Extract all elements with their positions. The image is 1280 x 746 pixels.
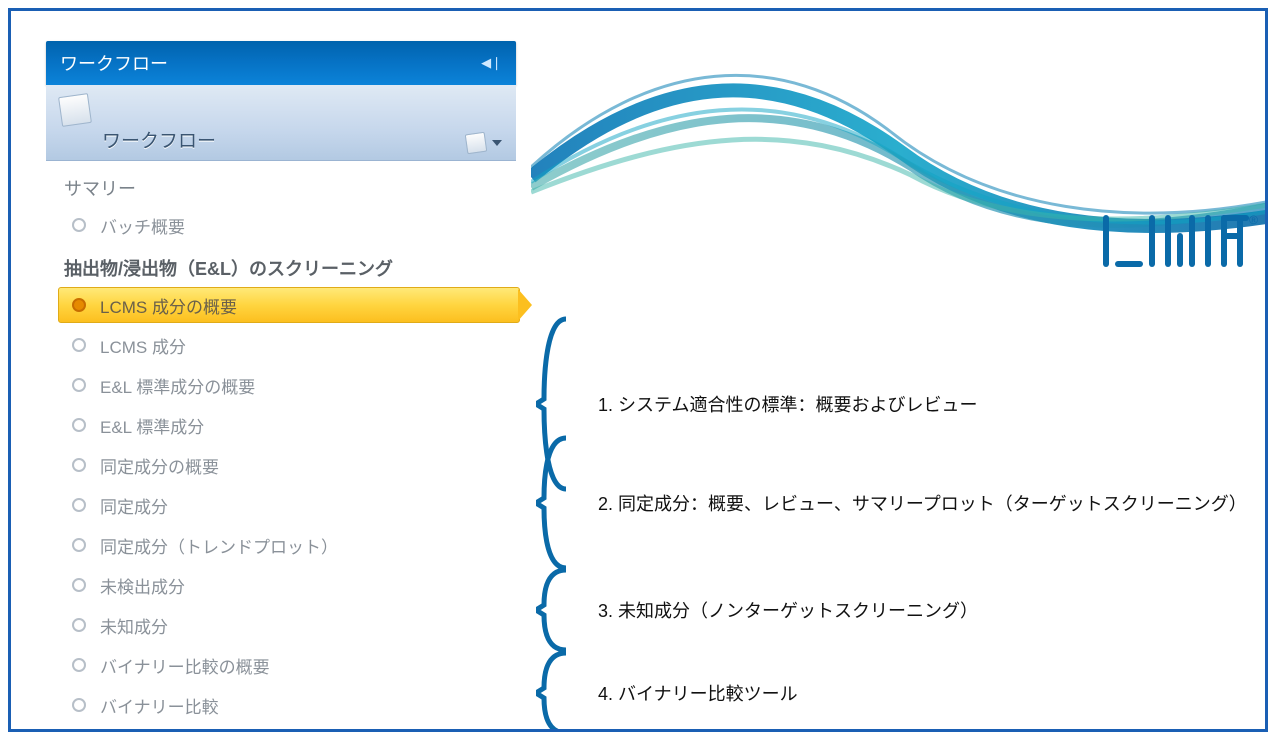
document-dropdown-icon[interactable] (465, 132, 488, 155)
brace-icon (536, 567, 576, 653)
workflow-sub-title: ワークフロー (102, 126, 216, 153)
workflow-item-label: バイナリー比較 (100, 693, 219, 718)
brand-banner: ® (531, 37, 1266, 267)
bullet-icon (72, 458, 86, 472)
workflow-item[interactable]: 未検出成分 (62, 565, 516, 605)
workflow-item-label: 未検出成分 (100, 573, 185, 598)
brace-icon (536, 433, 576, 573)
app-frame: ® ワークフロー ◀❘ ワークフロー サマリー バッチ概要 抽出物/浸出物（E&… (8, 8, 1268, 732)
workflow-item-label: バッチ概要 (100, 213, 185, 238)
bullet-icon (72, 298, 86, 312)
section-title-summary: サマリー (62, 165, 516, 205)
workflow-item[interactable]: E&L 標準成分の概要 (62, 365, 516, 405)
workflow-panel-title: ワークフロー (60, 50, 168, 76)
annotation-4: 4. バイナリー比較ツール (536, 651, 1256, 732)
bullet-icon (72, 418, 86, 432)
annotation-2: 2. 同定成分：概要、レビュー、サマリープロット（ターゲットスクリーニング） (536, 433, 1256, 573)
workflow-item[interactable]: バイナリー比較 (62, 685, 516, 725)
brace-icon (536, 651, 576, 732)
document-icon (58, 93, 92, 127)
annotation-3: 3. 未知成分（ノンターゲットスクリーニング） (536, 567, 1256, 653)
workflow-item[interactable]: LCMS 成分 (62, 325, 516, 365)
annotation-label: 4. バイナリー比較ツール (598, 680, 798, 706)
brand-wordmark: ® (1099, 215, 1258, 267)
section-title-el: 抽出物/浸出物（E&L）のスクリーニング (62, 245, 516, 285)
workflow-item[interactable]: E&L 標準成分 (62, 405, 516, 445)
annotation-label: 1. システム適合性の標準：概要およびレビュー (598, 391, 977, 417)
workflow-item-label: 同定成分（トレンドプロット） (100, 533, 338, 558)
bullet-icon (72, 698, 86, 712)
workflow-item[interactable]: 同定成分（トレンドプロット） (62, 525, 516, 565)
annotation-label: 3. 未知成分（ノンターゲットスクリーニング） (598, 597, 978, 623)
workflow-item-label: バイナリー比較の概要 (100, 653, 270, 678)
collapse-left-icon[interactable]: ◀❘ (481, 55, 502, 71)
workflow-item-label: 未知成分 (100, 613, 168, 638)
workflow-item[interactable]: バイナリー比較の概要 (62, 645, 516, 685)
bullet-icon (72, 538, 86, 552)
workflow-list: サマリー バッチ概要 抽出物/浸出物（E&L）のスクリーニング LCMS 成分の… (46, 161, 516, 725)
workflow-item-label: E&L 標準成分 (100, 413, 204, 438)
workflow-item[interactable]: 同定成分 (62, 485, 516, 525)
bullet-icon (72, 658, 86, 672)
workflow-sub-header: ワークフロー (46, 85, 516, 161)
workflow-item-label: 同定成分の概要 (100, 453, 219, 478)
workflow-item-selected[interactable]: LCMS 成分の概要 (62, 285, 516, 325)
workflow-item-label: E&L 標準成分の概要 (100, 373, 255, 398)
workflow-item[interactable]: 未知成分 (62, 605, 516, 645)
bullet-icon (72, 618, 86, 632)
bullet-icon (72, 338, 86, 352)
bullet-icon (72, 578, 86, 592)
bullet-icon (72, 498, 86, 512)
annotation-label: 2. 同定成分：概要、レビュー、サマリープロット（ターゲットスクリーニング） (598, 490, 1247, 516)
workflow-panel-header[interactable]: ワークフロー ◀❘ (46, 41, 516, 85)
bullet-icon (72, 378, 86, 392)
workflow-item-label: 同定成分 (100, 493, 168, 518)
workflow-panel: ワークフロー ◀❘ ワークフロー サマリー バッチ概要 抽出物/浸出物（E&L）… (46, 41, 516, 721)
workflow-item-label: LCMS 成分の概要 (100, 293, 237, 318)
chevron-down-icon[interactable] (492, 140, 502, 146)
bullet-icon (72, 218, 86, 232)
workflow-item[interactable]: 同定成分の概要 (62, 445, 516, 485)
workflow-item[interactable]: バッチ概要 (62, 205, 516, 245)
workflow-item-label: LCMS 成分 (100, 333, 186, 358)
